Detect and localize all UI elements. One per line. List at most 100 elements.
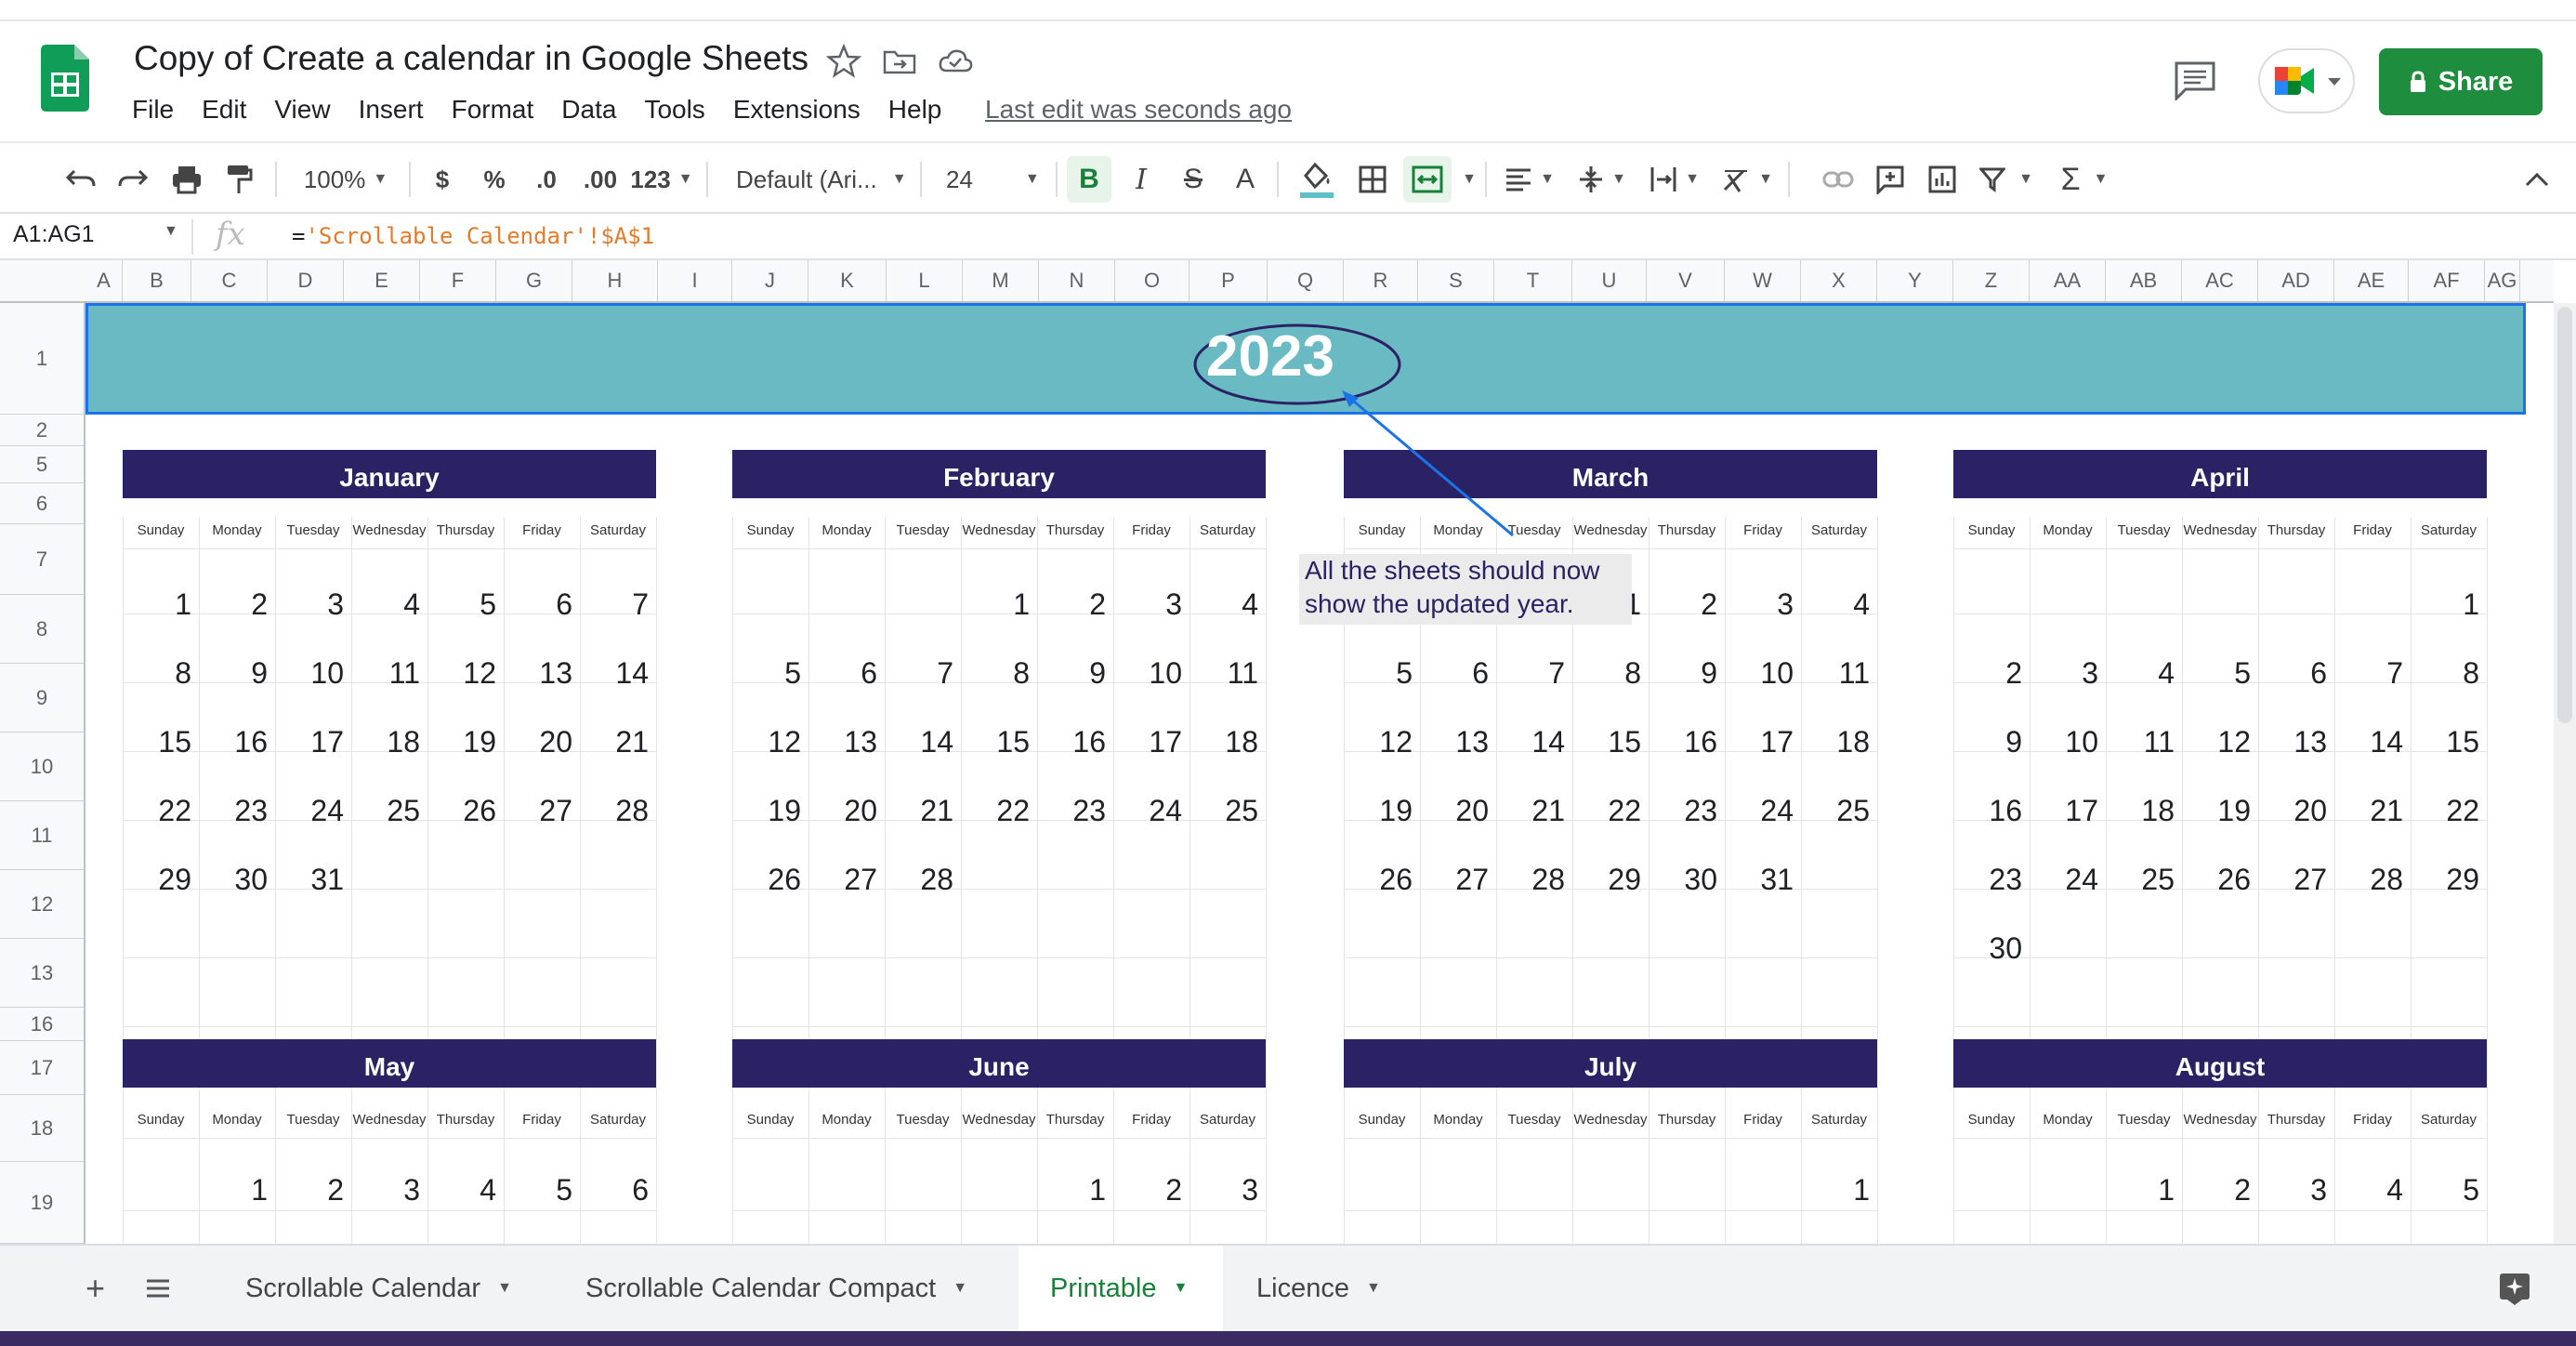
sheet-tab-bar: + Scrollable Calendar ▼ Scrollable Calend… (0, 1244, 2576, 1331)
zoom-select[interactable]: 100% ▼ (294, 156, 398, 203)
strikethrough-button[interactable]: S (1173, 156, 1214, 203)
font-size-value: 24 (946, 165, 973, 193)
tab-scrollable-calendar-compact[interactable]: Scrollable Calendar Compact ▼ (554, 1246, 1019, 1331)
top-divider (0, 20, 2576, 21)
menu-insert[interactable]: Insert (359, 95, 424, 136)
more-formats-label: 123 (630, 165, 671, 193)
text-rotation-icon[interactable]: ▼ (1717, 156, 1777, 203)
italic-button[interactable]: I (1121, 156, 1162, 203)
font-value: Default (Ari... (736, 165, 877, 193)
chevron-down-icon: ▼ (891, 171, 907, 187)
toolbar-separator (920, 162, 922, 197)
meet-chevron-down-icon (2328, 78, 2341, 86)
annotation-arrow (1347, 394, 1514, 537)
menu-file[interactable]: File (132, 95, 174, 136)
document-title[interactable]: Copy of Create a calendar in Google Shee… (134, 39, 808, 78)
collapse-menu-chevron-up-icon[interactable] (2520, 156, 2554, 203)
chevron-down-icon: ▼ (677, 171, 693, 187)
annotation-overlay (1193, 323, 1514, 537)
text-wrapping-icon[interactable]: ▼ (1645, 156, 1704, 203)
insert-link-icon[interactable] (1816, 156, 1860, 203)
vertical-align-icon[interactable]: ▼ (1572, 156, 1632, 203)
menu-tools[interactable]: Tools (644, 95, 704, 136)
lock-icon (2410, 71, 2425, 92)
formula-divider (191, 219, 193, 255)
bold-button[interactable]: B (1067, 156, 1111, 203)
formula-input[interactable]: ='Scrollable Calendar'!$A$1 (292, 223, 654, 249)
merge-chevron-down-icon[interactable]: ▼ (1455, 156, 1477, 203)
increase-decimal-button[interactable]: .00 (576, 156, 624, 203)
formula-reference: 'Scrollable Calendar'!$A$1 (305, 223, 655, 249)
decrease-decimal-button[interactable]: .0 (526, 156, 567, 203)
chevron-down-icon: ▼ (497, 1280, 512, 1296)
menu-bar: File Edit View Insert Format Data Tools … (132, 95, 969, 136)
fx-icon: fx (216, 216, 245, 253)
currency-button[interactable]: $ (424, 156, 461, 203)
merge-cells-icon[interactable] (1403, 156, 1452, 203)
name-box[interactable]: A1:AG1 (13, 221, 95, 248)
toolbar-separator (1277, 162, 1279, 197)
toolbar-separator (1788, 162, 1790, 197)
menu-format[interactable]: Format (452, 95, 534, 136)
tab-scrollable-calendar[interactable]: Scrollable Calendar ▼ (216, 1246, 554, 1331)
print-icon[interactable] (164, 156, 210, 203)
text-color-button[interactable]: A (1225, 156, 1266, 203)
menu-edit[interactable]: Edit (202, 95, 246, 136)
star-icon[interactable] (825, 43, 862, 80)
sheets-logo-icon[interactable] (41, 45, 89, 112)
cloud-saved-icon[interactable] (937, 43, 974, 80)
zoom-value: 100% (303, 165, 366, 193)
share-button[interactable]: Share (2379, 48, 2543, 115)
tab-licence[interactable]: Licence ▼ (1223, 1246, 1409, 1331)
year-value: 2023 (1206, 324, 1334, 389)
insert-comment-icon[interactable] (1868, 156, 1912, 203)
vertical-scrollbar-thumb[interactable] (2557, 307, 2572, 723)
comments-icon[interactable] (2173, 59, 2217, 100)
toolbar-separator (275, 162, 277, 197)
explore-icon[interactable] (2498, 1246, 2535, 1331)
note-line-1: All the sheets should now (1305, 556, 1600, 585)
borders-icon[interactable] (1349, 156, 1396, 203)
fill-color-icon[interactable] (1294, 156, 1340, 203)
menu-help[interactable]: Help (888, 95, 942, 136)
chevron-down-icon: ▼ (1365, 1280, 1381, 1296)
percent-button[interactable]: % (476, 156, 513, 203)
font-select[interactable]: Default (Ari... ▼ (725, 156, 911, 203)
annotation-note[interactable]: All the sheets should now show the updat… (1299, 554, 1632, 625)
more-formats-button[interactable]: 123 ▼ (628, 156, 695, 203)
tab-label: Printable (1050, 1273, 1157, 1303)
tab-printable[interactable]: Printable ▼ (1019, 1246, 1223, 1331)
redo-icon[interactable] (110, 156, 156, 203)
undo-icon[interactable] (58, 156, 104, 203)
formula-prefix: = (292, 223, 306, 249)
toolbar-separator (1485, 162, 1487, 197)
add-sheet-icon[interactable]: + (85, 1246, 123, 1331)
toolbar: 100% ▼ $ % .0 .00 123 ▼ Default (Ari... ▼ 2… (0, 141, 2576, 214)
meet-icon (2275, 67, 2314, 95)
menu-view[interactable]: View (274, 95, 330, 136)
functions-icon[interactable]: Σ ▼ (2052, 156, 2117, 203)
chevron-down-icon: ▼ (373, 171, 388, 187)
filter-icon[interactable]: ▼ (1974, 156, 2039, 203)
chevron-down-icon: ▼ (1024, 171, 1040, 187)
toolbar-separator (706, 162, 708, 197)
meet-button[interactable] (2258, 48, 2355, 113)
last-edit-link[interactable]: Last edit was seconds ago (985, 95, 1292, 125)
name-box-chevron-down-icon[interactable]: ▼ (164, 223, 178, 240)
tab-label: Scrollable Calendar (245, 1273, 481, 1303)
spreadsheet-grid[interactable]: A B C D E F G H I J K L M N O P Q R S T U V W X Y Z AA AB AC AD AE AF AG… (0, 260, 2554, 1244)
font-size-select[interactable]: 24 ▼ (933, 156, 1045, 203)
toolbar-separator (409, 162, 411, 197)
share-label: Share (2438, 66, 2514, 97)
menu-data[interactable]: Data (561, 95, 616, 136)
menu-extensions[interactable]: Extensions (733, 95, 861, 136)
all-sheets-icon[interactable] (145, 1246, 182, 1331)
horizontal-align-icon[interactable]: ▼ (1500, 156, 1559, 203)
toolbar-separator (1056, 162, 1058, 197)
tab-label: Scrollable Calendar Compact (585, 1273, 937, 1303)
paint-format-icon[interactable] (216, 156, 262, 203)
tab-label: Licence (1256, 1273, 1349, 1303)
insert-chart-icon[interactable] (1920, 156, 1965, 203)
move-folder-icon[interactable] (881, 43, 918, 80)
note-line-2: show the updated year. (1305, 589, 1574, 618)
